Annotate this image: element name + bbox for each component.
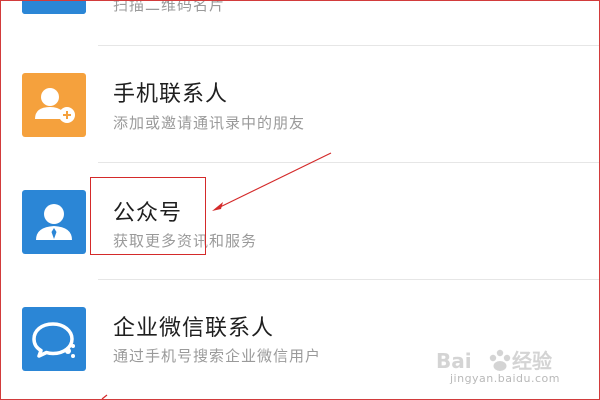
add-contact-icon [22,73,86,137]
item-title: 企业微信联系人 [113,316,275,341]
item-title: 手机联系人 [113,82,229,107]
item-subtitle: 通过手机号搜索企业微信用户 [113,347,322,365]
list-item-official-accounts[interactable]: 公众号 获取更多资讯和服务 [0,163,600,279]
item-subtitle: 添加或邀请通讯录中的朋友 [113,114,306,132]
wecom-chat-icon [22,307,86,371]
item-title: 公众号 [113,201,183,226]
official-account-icon [22,190,86,254]
item-subtitle: 扫描二维码名片 [113,0,226,14]
list-item-wecom-contacts[interactable]: 企业微信联系人 通过手机号搜索企业微信用户 [0,280,600,396]
list-item-phone-contacts[interactable]: 手机联系人 添加或邀请通讯录中的朋友 [0,46,600,162]
qr-card-icon [22,0,86,14]
item-subtitle: 获取更多资讯和服务 [113,232,258,250]
list-item-scan-card[interactable]: 扫描二维码名片 [0,0,600,44]
add-friends-list: 扫描二维码名片 手机联系人 添加或邀请通讯录中的朋友 公众号 获取更多资讯和服务… [0,0,600,400]
